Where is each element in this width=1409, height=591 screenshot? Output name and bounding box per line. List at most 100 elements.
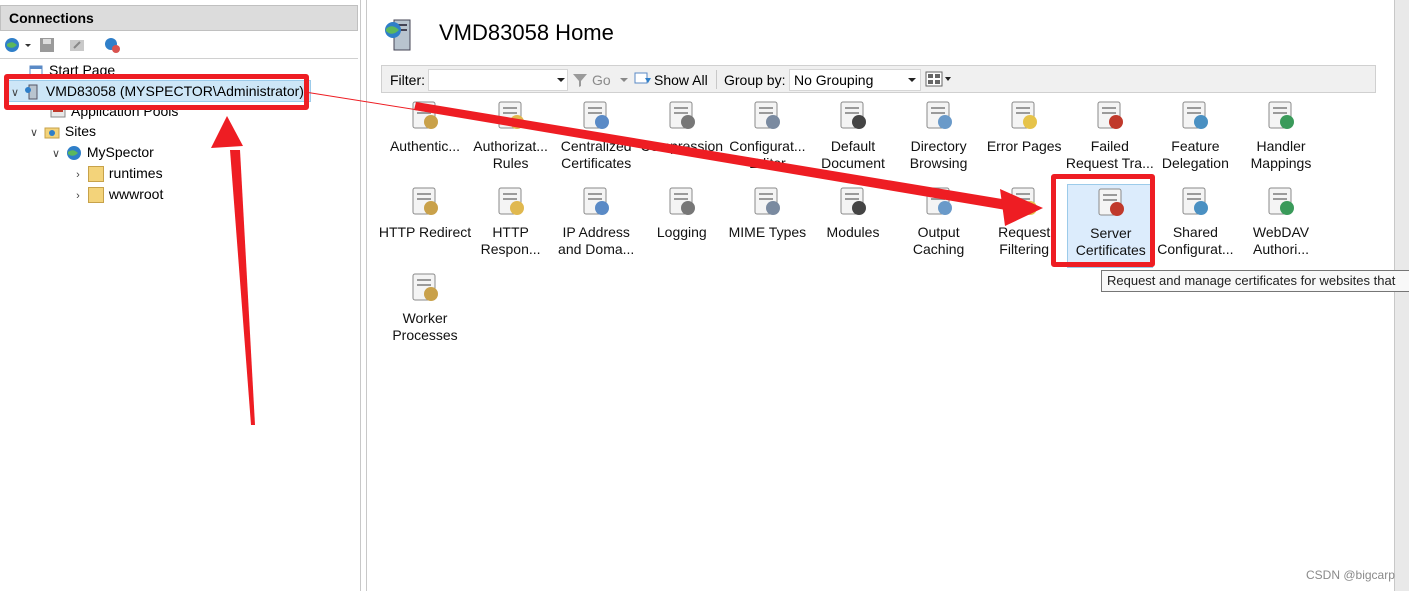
tree-label-folder: wwwroot [108,186,164,202]
feature-centralized-certificates[interactable]: Centralized Certificates [553,98,639,182]
feature-worker-processes[interactable]: Worker Processes [382,270,468,354]
handler-mappings-icon [1268,101,1294,129]
failed-request-tracing-icon [1097,101,1123,129]
go-button[interactable]: Go [592,72,611,88]
watermark: CSDN @bigcarp [1306,568,1395,582]
default-document-icon [840,101,866,129]
feature-default-document[interactable]: Default Document [810,98,896,182]
show-all-icon [634,72,651,84]
filter-dropdown-icon[interactable] [557,76,565,84]
feature-logging[interactable]: Logging [639,184,725,268]
feature-authentication[interactable]: Authentic... [382,98,468,182]
features-pane: VMD83058 Home Filter: Go Show All Group … [366,0,1394,591]
http-response-headers-icon [498,187,524,215]
feature-label: Authorizat... Rules [473,138,548,171]
tree-item-site[interactable]: ∨ MySpector [50,142,154,162]
feature-label: Configurat... Editor [729,138,806,171]
group-by-select[interactable]: No Grouping [789,69,921,91]
tree-label-site: MySpector [86,144,154,160]
connect-dropdown-icon[interactable] [24,36,32,54]
filter-label: Filter: [390,72,425,88]
feature-label: HTTP Respon... [480,224,541,257]
tree-label-folder: runtimes [108,165,163,181]
feature-delegation-icon [1182,101,1209,129]
connect-globe-icon[interactable] [4,36,22,54]
collapse-chevron-icon[interactable]: › [72,186,84,206]
tree-item-sites[interactable]: ∨ Sites [28,121,96,141]
feature-modules[interactable]: Modules [810,184,896,268]
feature-output-caching[interactable]: Output Caching [896,184,982,268]
feature-error-pages[interactable]: Error Pages [981,98,1067,182]
feature-label: Feature Delegation [1161,138,1229,171]
feature-label: Error Pages [986,138,1062,154]
feature-failed-request-tracing[interactable]: Failed Request Tra... [1066,98,1154,182]
feature-label: Logging [656,224,707,240]
annotation-box-server-certificates [1051,174,1155,267]
folder-icon [87,166,104,183]
feature-directory-browsing[interactable]: Directory Browsing [896,98,982,182]
view-mode-icon[interactable] [925,71,953,87]
feature-authorization-rules[interactable]: Authorizat... Rules [468,98,554,182]
modules-icon [840,187,866,215]
feature-http-redirect[interactable]: HTTP Redirect [379,184,471,268]
group-by-label: Group by: [724,72,786,88]
mime-types-icon [754,187,781,215]
authorization-rules-icon [498,101,524,129]
tree-label-sites: Sites [64,123,97,139]
configuration-editor-icon [754,101,781,129]
annotation-box-server [4,74,309,110]
feature-configuration-editor[interactable]: Configurat... Editor [724,98,810,182]
connections-toolbar [0,32,358,59]
directory-browsing-icon [926,101,952,129]
feature-label: IP Address and Doma... [558,224,635,257]
feature-label: Directory Browsing [909,138,968,171]
feature-mime-types[interactable]: MIME Types [724,184,810,268]
filter-toolbar: Filter: Go Show All Group by: No Groupin… [381,65,1376,93]
connections-title: Connections [9,10,94,26]
go-dropdown-icon[interactable] [620,76,628,84]
collapse-chevron-icon[interactable]: › [72,165,84,185]
expand-chevron-icon[interactable]: ∨ [50,144,62,164]
feature-label: Compression [640,138,724,154]
feature-label: Centralized Certificates [560,138,632,171]
feature-label: Output Caching [912,224,965,257]
tooltip: Request and manage certificates for webs… [1101,270,1409,292]
sites-folder-icon [44,127,60,139]
up-folder-icon[interactable] [68,36,86,54]
disconnect-icon[interactable] [103,36,121,54]
feature-label: HTTP Redirect [378,224,472,240]
webdav-authoring-icon [1268,187,1294,215]
show-all-button[interactable]: Show All [654,72,708,88]
actions-pane-strip[interactable] [1394,0,1409,591]
toolbar-separator [716,70,717,89]
feature-label: Shared Configurat... [1157,224,1234,257]
compression-icon [669,101,695,129]
feature-webdav-authoring[interactable]: WebDAV Authori... [1238,184,1324,268]
feature-ip-domain-restrictions[interactable]: IP Address and Doma... [553,184,639,268]
worker-processes-icon [412,273,438,301]
server-icon [385,19,411,51]
page-title: VMD83058 Home [439,20,614,45]
feature-handler-mappings[interactable]: Handler Mappings [1238,98,1324,182]
connections-header: Connections [0,5,358,31]
feature-http-response-headers[interactable]: HTTP Respon... [468,184,554,268]
group-by-value: No Grouping [794,72,874,88]
logging-icon [669,187,695,215]
ip-domain-restrictions-icon [583,187,610,215]
output-caching-icon [926,187,952,215]
feature-shared-configuration[interactable]: Shared Configurat... [1152,184,1238,268]
expand-chevron-icon[interactable]: ∨ [28,123,40,143]
filter-input[interactable] [428,69,568,91]
http-redirect-icon [412,187,438,215]
shared-configuration-icon [1182,187,1209,215]
feature-label: Default Document [821,138,885,171]
tree-item-folder-runtimes[interactable]: › runtimes [72,163,163,183]
chevron-down-icon[interactable] [908,76,916,84]
feature-label: Failed Request Tra... [1065,138,1154,171]
feature-compression[interactable]: Compression [639,98,725,182]
feature-label: Authentic... [389,138,461,154]
save-icon[interactable] [38,36,56,54]
feature-feature-delegation[interactable]: Feature Delegation [1152,98,1238,182]
globe-icon [66,146,81,161]
tree-item-folder-wwwroot[interactable]: › wwwroot [72,184,163,204]
